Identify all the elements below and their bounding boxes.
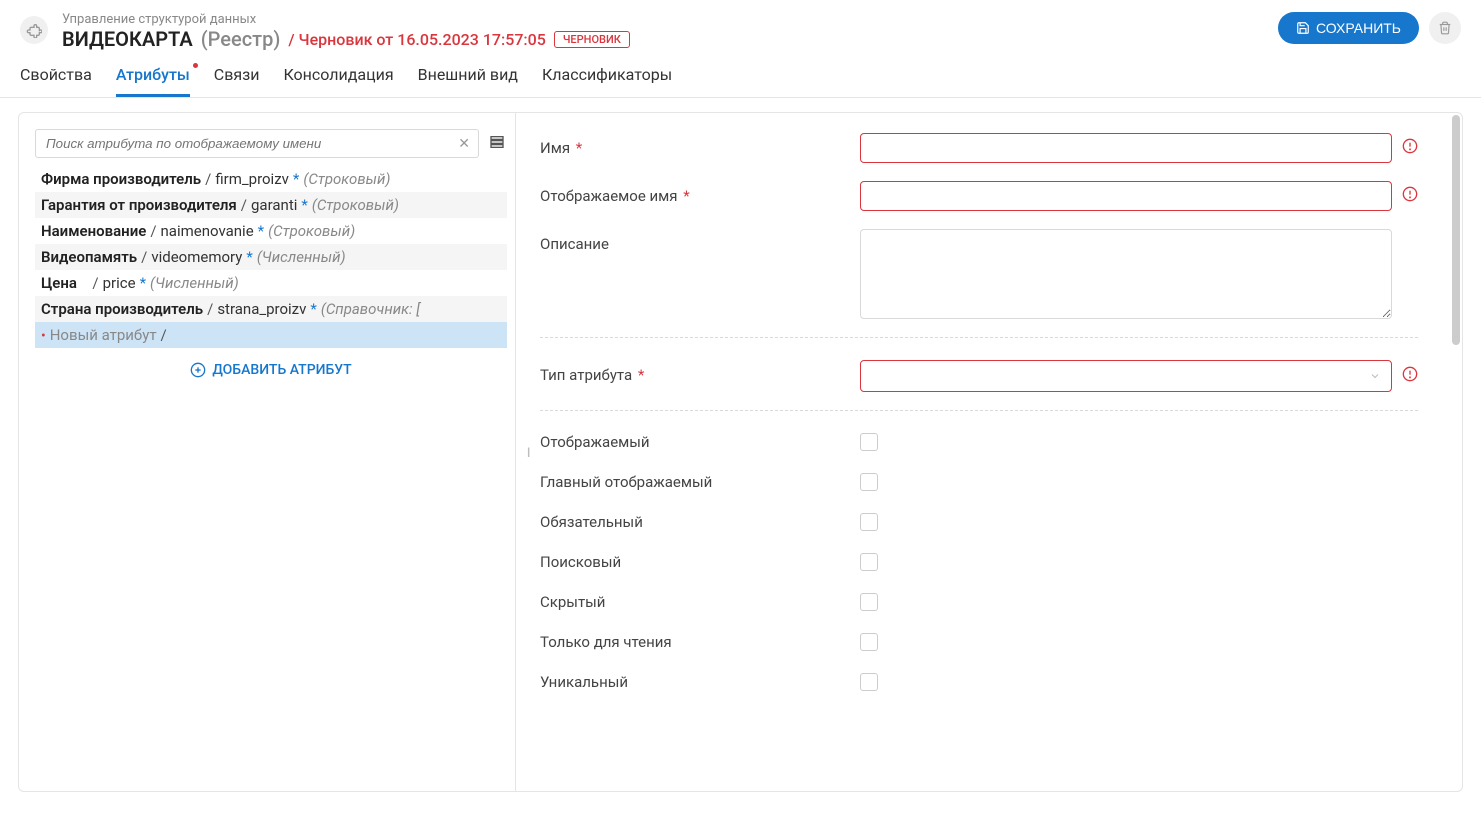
checkbox-row: Уникальный [540,673,1418,691]
main-displayed-checkbox[interactable] [860,473,878,491]
tab-classifiers[interactable]: Классификаторы [542,65,672,97]
save-button[interactable]: СОХРАНИТЬ [1278,12,1419,44]
resize-handle-icon[interactable]: || [527,446,528,459]
checkbox-row: Главный отображаемый [540,473,1418,491]
attribute-item[interactable]: Фирма производитель / firm_proizv * (Стр… [35,166,507,192]
readonly-checkbox[interactable] [860,633,878,651]
name-field[interactable] [860,133,1392,163]
description-field[interactable] [860,229,1392,319]
divider [540,337,1418,338]
puzzle-icon [20,16,48,44]
tabs: Свойства Атрибуты Связи Консолидация Вне… [0,51,1481,98]
label-name: Имя * [540,133,860,157]
scrollbar[interactable] [1448,113,1462,791]
main-panel: ✕ Фирма производитель / firm_proizv * (С… [18,112,1463,792]
checkbox-row: Поисковый [540,553,1418,571]
attribute-item[interactable]: Страна производитель / strana_proizv * (… [35,296,507,322]
error-icon [1402,186,1418,206]
label-attr-type: Тип атрибута * [540,360,860,384]
header-text: Управление структурой данных ВИДЕОКАРТА … [62,12,1278,51]
divider [540,410,1418,411]
draft-badge: ЧЕРНОВИК [554,31,630,48]
search-input[interactable] [36,130,478,157]
columns-settings-icon[interactable] [487,132,507,156]
title-paren: (Реестр) [201,27,281,51]
draft-text: / Черновик от 16.05.2023 17:57:05 [288,30,546,49]
header-actions: СОХРАНИТЬ [1278,12,1461,44]
tab-properties[interactable]: Свойства [20,65,92,97]
header-title: ВИДЕОКАРТА (Реестр) / Черновик от 16.05.… [62,27,1278,51]
search-wrap: ✕ [35,129,479,158]
tab-consolidation[interactable]: Консолидация [283,65,393,97]
save-label: СОХРАНИТЬ [1316,20,1401,36]
attribute-item[interactable]: Гарантия от производителя / garanti * (С… [35,192,507,218]
form-row-name: Имя * [540,133,1418,163]
tab-relations[interactable]: Связи [214,65,260,97]
header-subtitle: Управление структурой данных [62,12,1278,27]
error-icon [1402,138,1418,158]
unique-checkbox[interactable] [860,673,878,691]
displayed-checkbox[interactable] [860,433,878,451]
display-name-field[interactable] [860,181,1392,211]
searchable-checkbox[interactable] [860,553,878,571]
search-clear-icon[interactable]: ✕ [458,136,470,152]
checkbox-row: Скрытый [540,593,1418,611]
form-row-display-name: Отображаемое имя * [540,181,1418,211]
label-description: Описание [540,229,860,253]
hidden-checkbox[interactable] [860,593,878,611]
title-main: ВИДЕОКАРТА [62,27,193,51]
tab-appearance[interactable]: Внешний вид [418,65,518,97]
chevron-down-icon [1369,370,1381,382]
attribute-item[interactable]: Цена / price * (Численный) [35,270,507,296]
attribute-list-panel: ✕ Фирма производитель / firm_proizv * (С… [19,113,516,791]
form-row-attr-type: Тип атрибута * [540,360,1418,392]
scrollbar-thumb[interactable] [1452,115,1460,345]
required-checkbox[interactable] [860,513,878,531]
add-attribute-button[interactable]: ДОБАВИТЬ АТРИБУТ [35,348,507,392]
checkbox-row: Только для чтения [540,633,1418,651]
attribute-list: Фирма производитель / firm_proizv * (Стр… [35,166,507,348]
tab-attributes[interactable]: Атрибуты [116,65,190,97]
attribute-item[interactable]: Видеопамять / videomemory * (Численный) [35,244,507,270]
trash-icon [1438,21,1452,35]
delete-button[interactable] [1429,12,1461,44]
checkbox-row: Обязательный [540,513,1418,531]
attribute-item[interactable]: Наименование / naimenovanie * (Строковый… [35,218,507,244]
attribute-item-new[interactable]: •Новый атрибут / [35,322,507,348]
label-display-name: Отображаемое имя * [540,181,860,205]
plus-circle-icon [190,362,206,378]
header: Управление структурой данных ВИДЕОКАРТА … [0,0,1481,51]
attr-type-select[interactable] [860,360,1392,392]
error-icon [1402,366,1418,386]
tab-dot-icon [193,63,198,68]
search-row: ✕ [35,129,507,158]
form-row-description: Описание [540,229,1418,319]
checkbox-row: Отображаемый [540,433,1418,451]
save-icon [1296,21,1310,35]
attribute-form-panel: Имя * Отображаемое имя * Описание Тип ат… [516,113,1448,791]
